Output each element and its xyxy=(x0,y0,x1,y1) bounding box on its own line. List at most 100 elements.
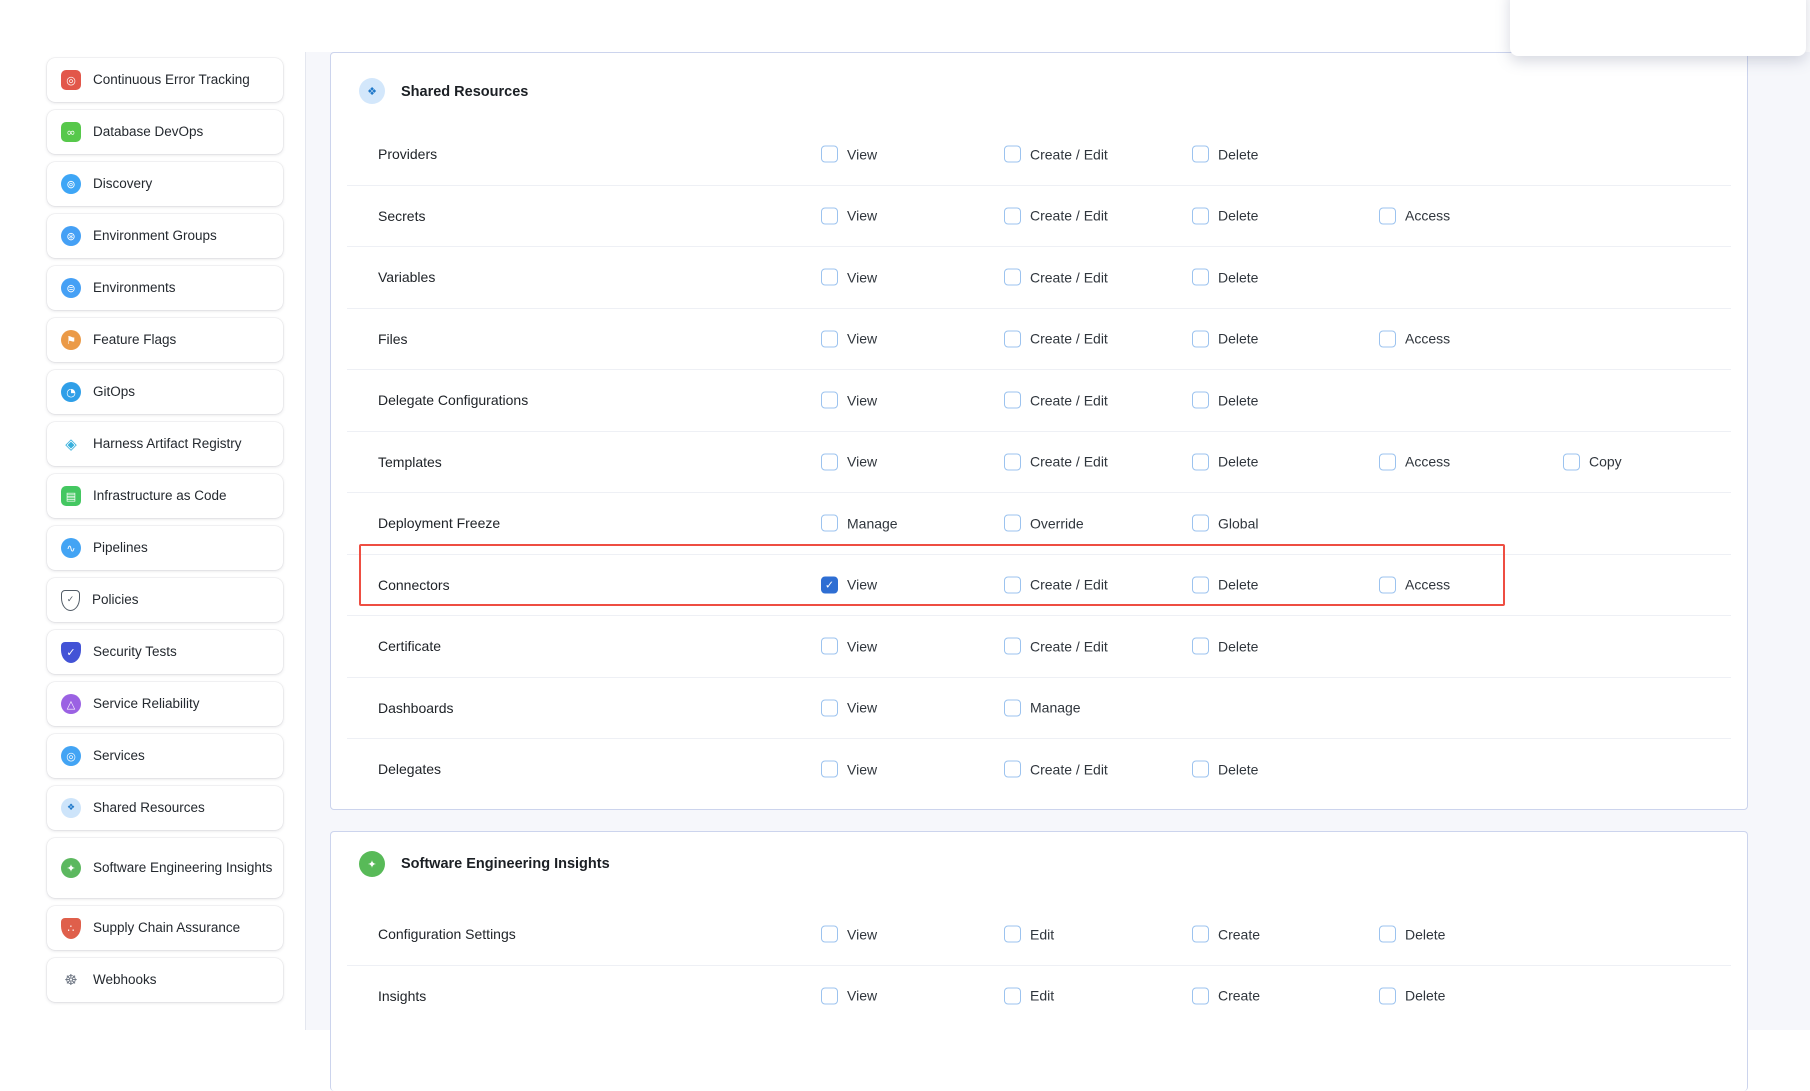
perm-create-edit[interactable]: Create / Edit xyxy=(1004,638,1108,655)
checkbox[interactable] xyxy=(1379,330,1396,347)
perm-view[interactable]: View xyxy=(821,699,877,716)
perm-delete[interactable]: Delete xyxy=(1379,926,1445,943)
checkbox[interactable] xyxy=(1192,576,1209,593)
sidebar-item-shared-resources[interactable]: ❖ Shared Resources xyxy=(47,786,283,830)
perm-delete[interactable]: Delete xyxy=(1192,146,1258,163)
perm-view[interactable]: View xyxy=(821,453,877,470)
sidebar-item-discovery[interactable]: ⊚ Discovery xyxy=(47,162,283,206)
checkbox[interactable] xyxy=(1192,761,1209,778)
sidebar-item-supply-chain-assurance[interactable]: ∴ Supply Chain Assurance xyxy=(47,906,283,950)
checkbox[interactable] xyxy=(1379,987,1396,1004)
checkbox[interactable] xyxy=(821,330,838,347)
perm-manage[interactable]: Manage xyxy=(1004,699,1081,716)
perm-delete[interactable]: Delete xyxy=(1192,761,1258,778)
perm-create[interactable]: Create xyxy=(1192,926,1260,943)
checkbox[interactable] xyxy=(1004,146,1021,163)
checkbox[interactable] xyxy=(1192,638,1209,655)
perm-create-edit[interactable]: Create / Edit xyxy=(1004,761,1108,778)
checkbox[interactable] xyxy=(1004,926,1021,943)
checkbox[interactable] xyxy=(1379,207,1396,224)
checkbox[interactable] xyxy=(1379,926,1396,943)
checkbox[interactable] xyxy=(1004,515,1021,532)
checkbox[interactable] xyxy=(1192,987,1209,1004)
checkbox[interactable] xyxy=(1004,453,1021,470)
checkbox[interactable] xyxy=(1004,207,1021,224)
sidebar-item-security-tests[interactable]: ✓ Security Tests xyxy=(47,630,283,674)
checkbox[interactable] xyxy=(1192,926,1209,943)
checkbox[interactable] xyxy=(821,987,838,1004)
perm-view[interactable]: View xyxy=(821,926,877,943)
sidebar-item-environments[interactable]: ⊜ Environments xyxy=(47,266,283,310)
checkbox[interactable] xyxy=(1192,269,1209,286)
sidebar-item-software-engineering-insights[interactable]: ✦ Software Engineering Insights xyxy=(47,838,283,898)
perm-override[interactable]: Override xyxy=(1004,515,1084,532)
perm-view[interactable]: View xyxy=(821,269,877,286)
sidebar-item-environment-groups[interactable]: ⊛ Environment Groups xyxy=(47,214,283,258)
checkbox[interactable] xyxy=(821,453,838,470)
perm-view[interactable]: View xyxy=(821,761,877,778)
checkbox[interactable] xyxy=(1563,453,1580,470)
perm-edit[interactable]: Edit xyxy=(1004,987,1054,1004)
perm-view[interactable]: View xyxy=(821,638,877,655)
checkbox[interactable] xyxy=(1004,761,1021,778)
perm-view[interactable]: View xyxy=(821,330,877,347)
perm-delete[interactable]: Delete xyxy=(1192,638,1258,655)
checkbox[interactable] xyxy=(1004,576,1021,593)
perm-access[interactable]: Access xyxy=(1379,576,1450,593)
perm-access[interactable]: Access xyxy=(1379,330,1450,347)
perm-create-edit[interactable]: Create / Edit xyxy=(1004,330,1108,347)
sidebar-item-services[interactable]: ◎ Services xyxy=(47,734,283,778)
perm-access[interactable]: Access xyxy=(1379,207,1450,224)
checkbox[interactable] xyxy=(1004,638,1021,655)
checkbox[interactable] xyxy=(1004,699,1021,716)
perm-delete[interactable]: Delete xyxy=(1192,330,1258,347)
perm-delete[interactable]: Delete xyxy=(1192,207,1258,224)
perm-view[interactable]: View xyxy=(821,207,877,224)
perm-delete[interactable]: Delete xyxy=(1379,987,1445,1004)
sidebar-item-database-devops[interactable]: ∞ Database DevOps xyxy=(47,110,283,154)
perm-delete[interactable]: Delete xyxy=(1192,392,1258,409)
checkbox[interactable] xyxy=(1004,987,1021,1004)
perm-delete[interactable]: Delete xyxy=(1192,453,1258,470)
perm-delete[interactable]: Delete xyxy=(1192,269,1258,286)
perm-create-edit[interactable]: Create / Edit xyxy=(1004,269,1108,286)
perm-view[interactable]: View xyxy=(821,987,877,1004)
checkbox[interactable] xyxy=(821,576,838,593)
perm-view[interactable]: View xyxy=(821,392,877,409)
checkbox[interactable] xyxy=(1004,269,1021,286)
sidebar-item-webhooks[interactable]: ☸ Webhooks xyxy=(47,958,283,1002)
checkbox[interactable] xyxy=(1379,453,1396,470)
checkbox[interactable] xyxy=(1192,392,1209,409)
checkbox[interactable] xyxy=(1004,330,1021,347)
checkbox[interactable] xyxy=(821,699,838,716)
perm-view[interactable]: View xyxy=(821,146,877,163)
perm-create-edit[interactable]: Create / Edit xyxy=(1004,576,1108,593)
perm-create-edit[interactable]: Create / Edit xyxy=(1004,146,1108,163)
checkbox[interactable] xyxy=(1192,146,1209,163)
checkbox[interactable] xyxy=(1192,453,1209,470)
checkbox[interactable] xyxy=(821,146,838,163)
perm-delete[interactable]: Delete xyxy=(1192,576,1258,593)
checkbox[interactable] xyxy=(1379,576,1396,593)
sidebar-item-continuous-error-tracking[interactable]: ◎ Continuous Error Tracking xyxy=(47,58,283,102)
checkbox[interactable] xyxy=(821,207,838,224)
perm-view[interactable]: View xyxy=(821,576,877,593)
checkbox[interactable] xyxy=(821,515,838,532)
perm-create-edit[interactable]: Create / Edit xyxy=(1004,453,1108,470)
checkbox[interactable] xyxy=(821,269,838,286)
sidebar-item-pipelines[interactable]: ∿ Pipelines xyxy=(47,526,283,570)
checkbox[interactable] xyxy=(821,392,838,409)
sidebar-item-gitops[interactable]: ◔ GitOps xyxy=(47,370,283,414)
checkbox[interactable] xyxy=(821,761,838,778)
sidebar-item-policies[interactable]: ✓ Policies xyxy=(47,578,283,622)
perm-create[interactable]: Create xyxy=(1192,987,1260,1004)
perm-edit[interactable]: Edit xyxy=(1004,926,1054,943)
perm-access[interactable]: Access xyxy=(1379,453,1450,470)
checkbox[interactable] xyxy=(1192,515,1209,532)
perm-global[interactable]: Global xyxy=(1192,515,1258,532)
perm-copy[interactable]: Copy xyxy=(1563,453,1622,470)
perm-create-edit[interactable]: Create / Edit xyxy=(1004,392,1108,409)
checkbox[interactable] xyxy=(821,638,838,655)
sidebar-item-harness-artifact-registry[interactable]: ◈ Harness Artifact Registry xyxy=(47,422,283,466)
checkbox[interactable] xyxy=(1004,392,1021,409)
